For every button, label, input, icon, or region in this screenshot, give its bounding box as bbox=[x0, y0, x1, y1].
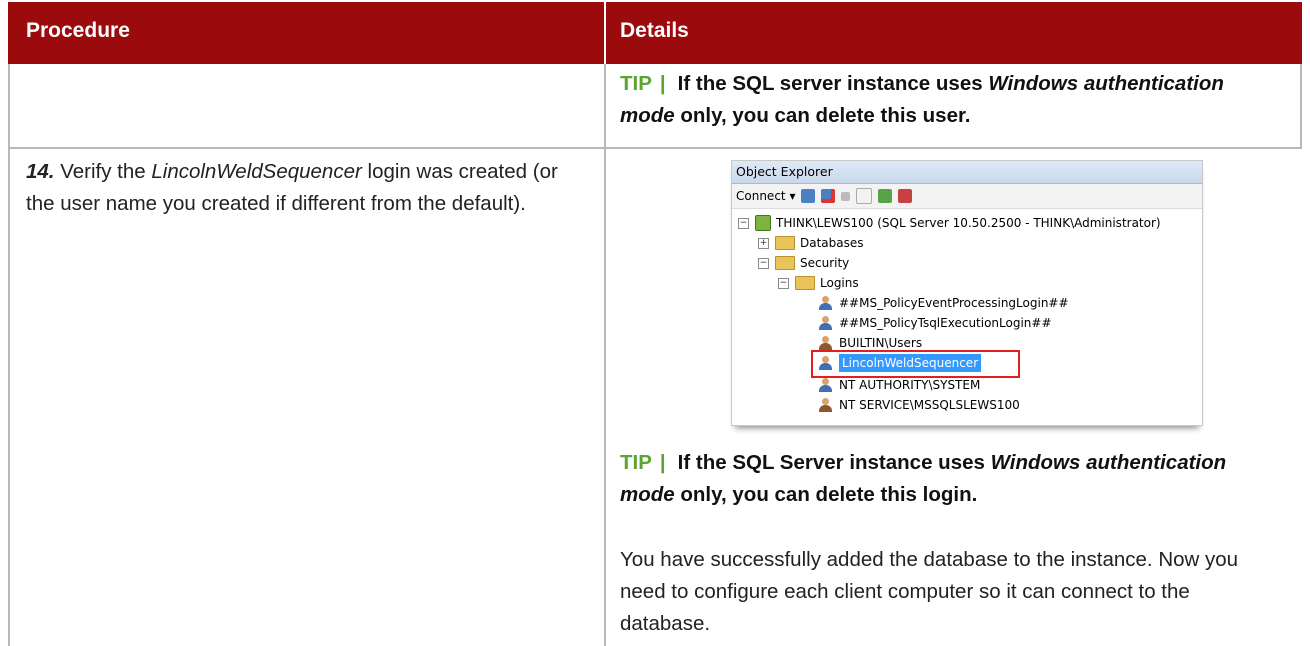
connect-button[interactable]: Connect ▾ bbox=[736, 184, 795, 208]
tree-node-label: NT SERVICE\MSSQLSLEWS100 bbox=[839, 398, 1020, 412]
connect-icon[interactable] bbox=[801, 189, 816, 203]
filter-icon[interactable] bbox=[856, 188, 873, 204]
tip-text-after: only, you can delete this user. bbox=[674, 104, 971, 127]
right-border bbox=[1300, 64, 1302, 148]
tree-node-login[interactable]: NT AUTHORITY\SYSTEM bbox=[818, 376, 980, 394]
tip-text-before: If the SQL Server instance uses bbox=[677, 451, 991, 474]
tree-node-databases[interactable]: + Databases bbox=[758, 234, 864, 252]
tip-label: TIP bbox=[620, 451, 652, 474]
group-login-icon bbox=[818, 398, 833, 412]
tree-node-login[interactable]: ##MS_PolicyEventProcessingLogin## bbox=[818, 294, 1069, 312]
tree-node-label: Security bbox=[800, 256, 850, 270]
summary-paragraph: You have successfully added the database… bbox=[620, 548, 1239, 635]
collapse-icon[interactable]: − bbox=[738, 217, 749, 229]
tree-node-label: ##MS_PolicyTsqlExecutionLogin## bbox=[839, 316, 1052, 330]
chevron-down-icon: ▾ bbox=[789, 189, 796, 203]
disconnect-icon[interactable] bbox=[821, 189, 836, 203]
step-14-text: 14. Verify the LincolnWeldSequencer logi… bbox=[26, 156, 566, 220]
collapse-icon[interactable]: − bbox=[758, 257, 769, 269]
column-divider bbox=[604, 64, 606, 646]
tip-separator: | bbox=[659, 451, 666, 474]
refresh-icon[interactable] bbox=[878, 189, 893, 203]
left-border bbox=[8, 64, 10, 646]
document-page: Procedure Details TIP | If the SQL server … bbox=[0, 0, 1310, 646]
header-details: Details bbox=[620, 19, 689, 42]
step-number: 14. bbox=[26, 160, 55, 183]
tip-delete-login: TIP | If the SQL Server instance uses Wind… bbox=[620, 447, 1280, 511]
object-explorer-screenshot: Object Explorer Connect ▾ − THINK\LEWS100… bbox=[731, 160, 1203, 426]
login-icon bbox=[818, 296, 833, 310]
folder-icon bbox=[775, 236, 795, 250]
header-divider bbox=[604, 2, 606, 64]
tip-label: TIP bbox=[620, 72, 652, 95]
highlight-box bbox=[811, 350, 1020, 378]
group-login-icon bbox=[818, 336, 833, 350]
step-text-italic: LincolnWeldSequencer bbox=[151, 160, 362, 183]
connect-label: Connect bbox=[736, 189, 786, 203]
tree-node-label: THINK\LEWS100 (SQL Server 10.50.2500 - T… bbox=[776, 216, 1161, 230]
step-text-before: Verify the bbox=[54, 160, 152, 183]
tree-node-label: NT AUTHORITY\SYSTEM bbox=[839, 378, 981, 392]
procedure-table: Procedure Details TIP | If the SQL server … bbox=[8, 0, 1302, 646]
header-procedure: Procedure bbox=[26, 19, 130, 42]
tree-node-security[interactable]: − Security bbox=[758, 254, 849, 272]
login-icon bbox=[818, 378, 833, 392]
summary-icon[interactable] bbox=[898, 189, 913, 203]
server-icon bbox=[755, 215, 771, 231]
table-header: Procedure Details bbox=[8, 2, 1302, 64]
folder-icon bbox=[775, 256, 795, 270]
tip-text-before: If the SQL server instance uses bbox=[677, 72, 989, 95]
stop-icon[interactable] bbox=[841, 191, 851, 201]
tip-text-after: only, you can delete this login. bbox=[674, 483, 978, 506]
tree-node-label: Logins bbox=[820, 276, 859, 290]
collapse-icon[interactable]: − bbox=[778, 277, 789, 289]
tree-node-login[interactable]: ##MS_PolicyTsqlExecutionLogin## bbox=[818, 314, 1052, 332]
tree-node-server[interactable]: − THINK\LEWS100 (SQL Server 10.50.2500 - … bbox=[738, 214, 1161, 232]
tree-node-label: ##MS_PolicyEventProcessingLogin## bbox=[839, 296, 1069, 310]
tree-node-login[interactable]: NT SERVICE\MSSQLSLEWS100 bbox=[818, 396, 1020, 414]
tip-delete-user: TIP | If the SQL server instance uses Wind… bbox=[620, 68, 1270, 132]
tree-node-logins[interactable]: − Logins bbox=[778, 274, 859, 292]
folder-icon bbox=[795, 276, 815, 290]
login-icon bbox=[818, 316, 833, 330]
row-divider bbox=[8, 147, 1302, 149]
expand-icon[interactable]: + bbox=[758, 237, 769, 249]
tip-separator: | bbox=[659, 72, 666, 95]
object-explorer-toolbar: Connect ▾ bbox=[732, 184, 1202, 209]
object-explorer-title: Object Explorer bbox=[732, 161, 1202, 184]
tree-node-label: Databases bbox=[800, 236, 864, 250]
